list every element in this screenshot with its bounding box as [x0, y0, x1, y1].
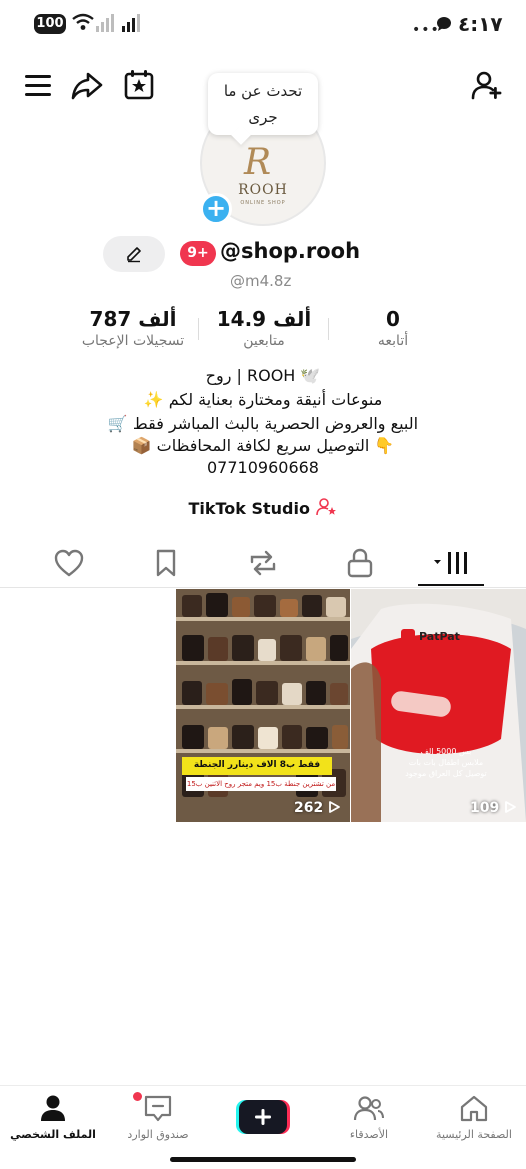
inbox-notification-dot: [133, 1092, 142, 1101]
following-label: أتابعه: [377, 333, 409, 349]
share-icon[interactable]: [70, 68, 104, 102]
talk-tooltip[interactable]: تحدث عن ما جرى: [208, 73, 318, 135]
patpat-brand-text: PatPat: [419, 630, 460, 643]
video-caption-line: ملابس اطفال بات بات: [408, 758, 484, 767]
cellular-signal-icon: [122, 14, 140, 32]
bottom-navigation: الصفحة الرئيسية الأصدقاء صندوق الوارد ال…: [0, 1085, 526, 1169]
status-bar: 100 ••• ٤:١٧: [0, 0, 526, 50]
home-icon: [460, 1095, 488, 1122]
nav-profile[interactable]: الملف الشخصي: [4, 1094, 102, 1141]
pencil-icon: [127, 247, 141, 263]
notification-badge[interactable]: 9+: [180, 241, 216, 266]
studio-label: TikTok Studio: [188, 499, 310, 518]
nav-home-label: الصفحة الرئيسية: [436, 1128, 512, 1141]
nav-friends-label: الأصدقاء: [349, 1128, 389, 1141]
view-count: 262: [294, 800, 341, 816]
video-caption-subline: من تشترين جنطة ب15 ويم متجر روح الاثنين …: [186, 780, 336, 788]
friends-icon: [353, 1096, 384, 1121]
view-count-value: 109: [470, 800, 500, 816]
logo-mark: R: [244, 142, 272, 183]
battery-indicator: 100: [34, 14, 66, 34]
nav-inbox-label: صندوق الوارد: [127, 1128, 189, 1141]
edit-profile-button[interactable]: [103, 236, 165, 272]
video-thumbnail[interactable]: فقط ب8 الاف دينارر الجنطة من تشترين جنطة…: [176, 589, 350, 822]
tiktok-studio-link[interactable]: TikTok Studio: [0, 498, 526, 518]
chat-bubble-icon: [437, 17, 451, 31]
signal-icon: [96, 14, 114, 32]
video-caption-line: توصيل كل العراق موجود: [405, 769, 487, 778]
play-icon: [329, 801, 341, 813]
home-indicator: [170, 1157, 356, 1162]
bio-line: 🛒 البيع والعروض الحصرية بالبث المباشر فق…: [107, 414, 419, 433]
tab-private-lock-icon[interactable]: [343, 546, 377, 580]
followers-label: متابعين: [243, 333, 285, 349]
clock: ٤:١٧: [458, 12, 503, 36]
inbox-icon: [144, 1095, 172, 1122]
talk-tooltip-line1: تحدث عن ما: [223, 82, 303, 100]
studio-user-star-icon: [315, 498, 336, 516]
tab-videos-grid-icon[interactable]: [432, 546, 472, 580]
nav-inbox[interactable]: صندوق الوارد: [112, 1094, 204, 1141]
video-caption-line: بس 5000 الف: [420, 747, 472, 756]
nav-home[interactable]: الصفحة الرئيسية: [428, 1094, 520, 1141]
view-count-value: 262: [294, 800, 324, 816]
nav-friends[interactable]: الأصدقاء: [330, 1094, 408, 1141]
followers-count[interactable]: 14.9 ألف: [206, 307, 322, 331]
view-count: 109: [470, 800, 517, 816]
tab-saved-bookmark-icon[interactable]: [149, 546, 183, 580]
tab-separator: [0, 587, 526, 588]
add-story-plus-icon[interactable]: +: [200, 193, 232, 225]
profile-icon: [41, 1095, 65, 1121]
tab-reposts-icon[interactable]: [246, 546, 280, 580]
play-icon: [505, 801, 517, 813]
add-friend-icon[interactable]: [470, 68, 504, 102]
user-handle: @m4.8z: [230, 272, 292, 290]
wifi-icon: [72, 13, 94, 30]
nav-profile-label: الملف الشخصي: [10, 1128, 96, 1141]
video-caption: بس 5000 الف ملابس اطفال بات بات توصيل كل…: [391, 746, 501, 779]
video-caption-headline: فقط ب8 الاف دينارر الجنطة: [193, 760, 321, 770]
video-thumbnail[interactable]: PatPat بس 5000 الف ملابس اطفال بات بات ت…: [351, 589, 526, 822]
tab-liked-heart-icon[interactable]: [52, 546, 86, 580]
following-count[interactable]: 0: [360, 307, 426, 331]
create-button[interactable]: [236, 1100, 290, 1134]
phone-number[interactable]: 07710960668: [0, 458, 526, 477]
active-tab-indicator: [418, 584, 484, 586]
bio-line: ✨ منوعات أنيقة ومختارة بعناية لكم: [143, 390, 383, 409]
talk-tooltip-line2: جرى: [248, 108, 278, 126]
likes-count[interactable]: 787 ألف: [60, 307, 206, 331]
create-plus-icon: [236, 1100, 290, 1134]
likes-label: تسجيلات الإعجاب: [81, 333, 185, 349]
username: @shop.rooh: [220, 239, 361, 263]
calendar-star-icon[interactable]: [122, 68, 156, 102]
video-thumbnail-image: PatPat: [351, 589, 526, 822]
bio-line: 📦 التوصيل سريع لكافة المحافظات 👇: [131, 436, 395, 455]
stat-divider: [328, 318, 329, 340]
menu-icon[interactable]: [22, 68, 56, 102]
bio-line: روح | ROOH 🕊️: [205, 366, 321, 385]
